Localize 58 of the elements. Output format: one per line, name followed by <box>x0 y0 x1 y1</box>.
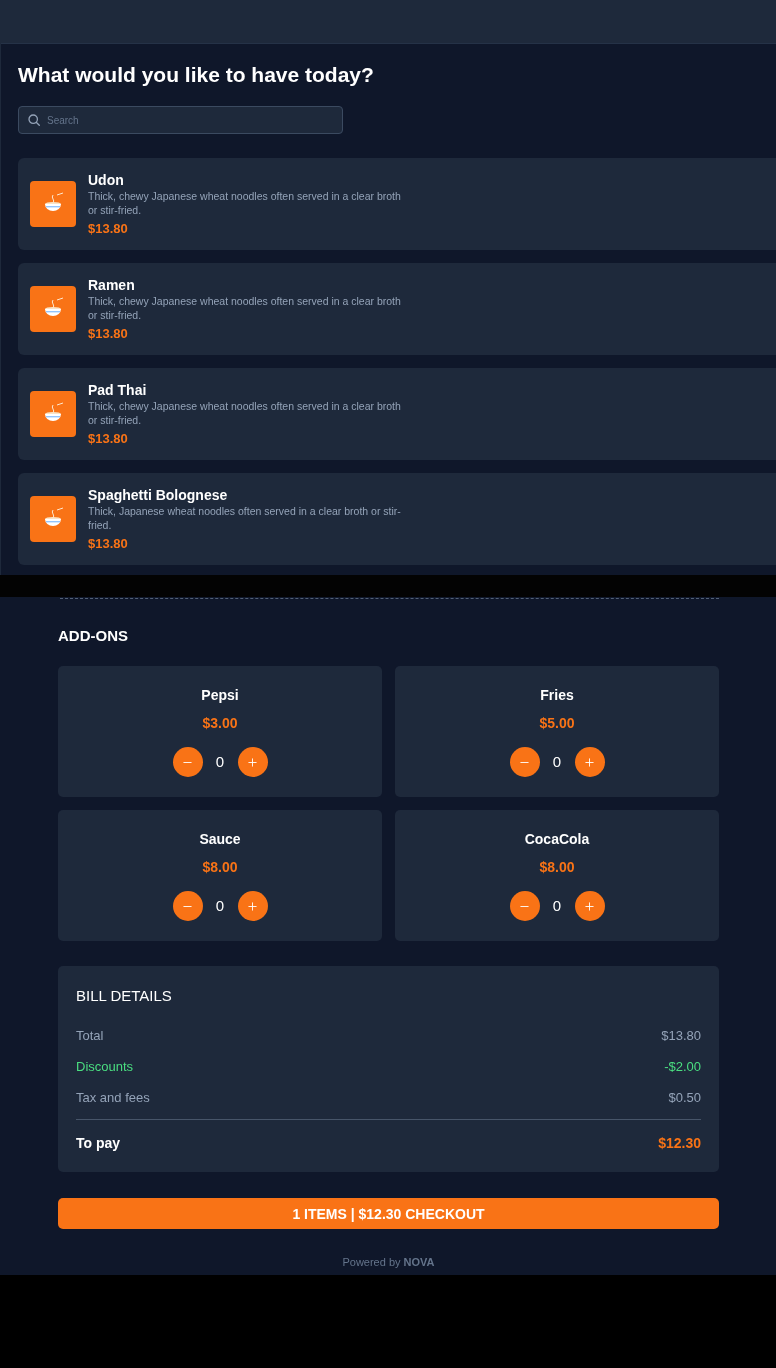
bowl-icon <box>30 391 76 437</box>
item-price: $13.80 <box>88 430 129 447</box>
plus-icon <box>585 901 594 911</box>
decrease-button[interactable] <box>172 891 203 921</box>
menu-item-card[interactable]: Ramen Thick, chewy Japanese wheat noodles often served in a clear broth or stir-fried. $13.80 <box>18 263 776 355</box>
bill-label: Total <box>76 1028 104 1043</box>
menu-item-card[interactable]: Pad Thai Thick, chewy Japanese wheat noodles often served in a clear broth or stir-fried. $13.80 <box>18 368 776 460</box>
increase-button[interactable] <box>574 747 605 777</box>
item-name: Spaghetti Bolognese <box>88 486 229 504</box>
search-icon <box>28 114 40 126</box>
add-on-price: $5.00 <box>539 714 575 732</box>
powered-by-text: Powered by NOVA <box>342 1255 435 1269</box>
add-on-name: Sauce <box>199 830 241 848</box>
add-on-price: $8.00 <box>202 858 238 876</box>
item-price: $13.80 <box>88 220 129 237</box>
item-description: Thick, chewy Japanese wheat noodles often served in a clear broth or stir-fried. <box>88 189 402 217</box>
plus-icon <box>585 757 594 767</box>
menu-item-card[interactable]: Udon Thick, chewy Japanese wheat noodles often served in a clear broth or stir-fried. $13.80 <box>18 158 776 250</box>
plus-icon <box>248 901 257 911</box>
add-on-name: Fries <box>540 686 574 704</box>
add-on-name: Pepsi <box>201 686 239 704</box>
bill-label: Tax and fees <box>76 1090 150 1105</box>
item-description: Thick, Japanese wheat noodles often served in a clear broth or stir-fried. <box>88 504 402 532</box>
plus-icon <box>248 757 257 767</box>
increase-button[interactable] <box>237 891 268 921</box>
bill-label: Discounts <box>76 1059 134 1074</box>
bill-title: BILL DETAILS <box>76 986 173 1006</box>
item-price: $13.80 <box>88 325 129 342</box>
bowl-icon <box>30 496 76 542</box>
quantity-value: 0 <box>551 753 563 771</box>
quantity-value: 0 <box>214 753 226 771</box>
increase-button[interactable] <box>237 747 268 777</box>
decrease-button[interactable] <box>509 891 540 921</box>
to-pay-amount: $12.30 <box>658 1135 701 1151</box>
add-on-name: CocaCola <box>524 830 590 848</box>
bowl-icon <box>30 286 76 332</box>
increase-button[interactable] <box>574 891 605 921</box>
item-description: Thick, chewy Japanese wheat noodles often served in a clear broth or stir-fried. <box>88 399 402 427</box>
add-on-price: $3.00 <box>202 714 238 732</box>
item-name: Pad Thai <box>88 381 148 399</box>
bowl-icon <box>30 181 76 227</box>
menu-item-card[interactable]: Spaghetti Bolognese Thick, Japanese wheat noodles often served in a clear broth or stir-fried. $13.80 <box>18 473 776 565</box>
page-title: What would you like to have today? <box>18 62 375 88</box>
bill-amount: $13.80 <box>661 1028 701 1043</box>
decrease-button[interactable] <box>509 747 540 777</box>
quantity-value: 0 <box>551 897 563 915</box>
item-name: Udon <box>88 171 125 189</box>
add-on-price: $8.00 <box>539 858 575 876</box>
bill-amount: -$2.00 <box>664 1059 701 1074</box>
quantity-value: 0 <box>214 897 226 915</box>
decrease-button[interactable] <box>172 747 203 777</box>
item-description: Thick, chewy Japanese wheat noodles often served in a clear broth or stir-fried. <box>88 294 402 322</box>
to-pay-label: To pay <box>76 1135 121 1151</box>
search-field[interactable]: Search <box>18 106 343 134</box>
item-price: $13.80 <box>88 535 129 552</box>
bill-amount: $0.50 <box>668 1090 701 1105</box>
section-title: ADD-ONS <box>58 626 129 646</box>
item-name: Ramen <box>88 276 136 294</box>
